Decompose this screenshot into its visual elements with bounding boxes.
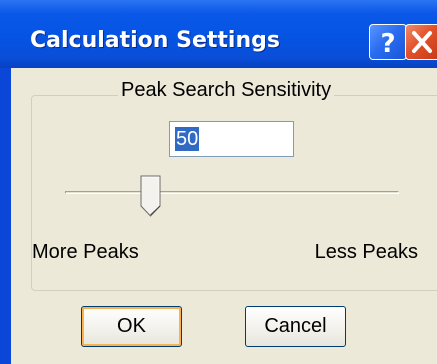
- svg-text:?: ?: [380, 29, 395, 59]
- window-title: Calculation Settings: [30, 28, 280, 53]
- less-peaks-label: Less Peaks: [314, 241, 418, 263]
- calculation-settings-dialog: Calculation Settings ? Peak Search Sensi…: [0, 0, 437, 364]
- ok-button[interactable]: OK: [81, 306, 182, 347]
- group-label: Peak Search Sensitivity: [118, 79, 335, 102]
- close-button[interactable]: [405, 24, 437, 60]
- close-x-icon: [412, 31, 432, 53]
- cancel-button[interactable]: Cancel: [245, 306, 346, 347]
- slider-thumb[interactable]: [140, 175, 162, 217]
- more-peaks-label: More Peaks: [32, 241, 139, 263]
- slider-thumb-icon: [140, 175, 161, 217]
- sensitivity-value: 50: [175, 127, 200, 151]
- dialog-body: Peak Search Sensitivity 50 More Peaks Le…: [11, 68, 437, 364]
- help-button[interactable]: ?: [369, 24, 407, 60]
- question-mark-icon: ?: [380, 29, 395, 59]
- slider-track[interactable]: [65, 191, 399, 194]
- title-bar[interactable]: Calculation Settings ?: [0, 0, 437, 68]
